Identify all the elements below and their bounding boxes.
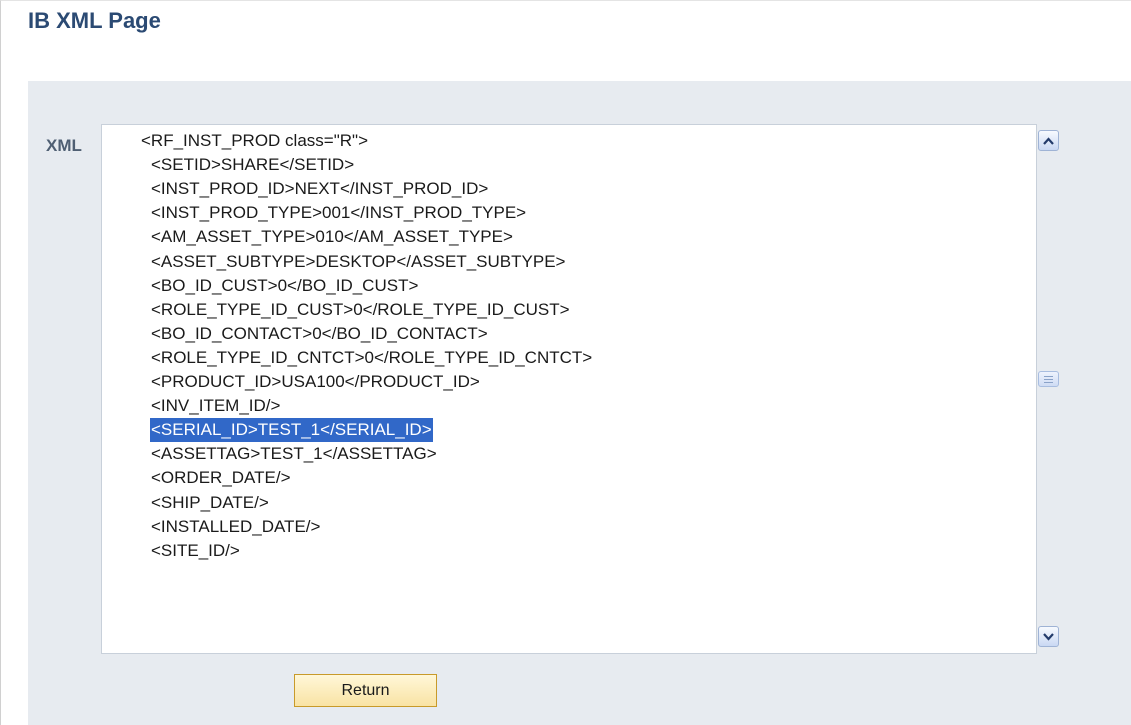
xml-line: <ROLE_TYPE_ID_CNTCT>0</ROLE_TYPE_ID_CNTC… (151, 347, 593, 367)
page-title: IB XML Page (28, 8, 161, 33)
scroll-down-button[interactable] (1038, 626, 1059, 647)
xml-line: <INST_PROD_ID>NEXT</INST_PROD_ID> (151, 179, 489, 199)
xml-line: <ORDER_DATE/> (151, 468, 291, 488)
xml-line: <BO_ID_CONTACT>0</BO_ID_CONTACT> (151, 323, 488, 343)
scroll-up-button[interactable] (1038, 130, 1059, 151)
xml-line: <INST_PROD_TYPE>001</INST_PROD_TYPE> (151, 203, 527, 223)
scrollbar-thumb[interactable] (1038, 371, 1059, 387)
xml-field-label: XML (46, 136, 82, 155)
xml-line: <BO_ID_CUST>0</BO_ID_CUST> (151, 275, 419, 295)
xml-line: <SHIP_DATE/> (151, 492, 269, 512)
return-button[interactable]: Return (294, 674, 437, 707)
xml-line: <SITE_ID/> (151, 540, 240, 560)
xml-line: <ASSETTAG>TEST_1</ASSETTAG> (151, 444, 437, 464)
xml-line: <ASSET_SUBTYPE>DESKTOP</ASSET_SUBTYPE> (151, 251, 566, 271)
xml-line: <INSTALLED_DATE/> (151, 516, 321, 536)
ib-xml-page: IB XML Page XML <RF_INST_PROD class="R">… (0, 0, 1131, 725)
chevron-up-icon (1043, 136, 1054, 145)
xml-line: <RF_INST_PROD class="R"> (141, 131, 368, 150)
xml-line: <SETID>SHARE</SETID> (151, 155, 355, 175)
xml-line: <PRODUCT_ID>USA100</PRODUCT_ID> (151, 372, 480, 391)
xml-line: <AM_ASSET_TYPE>010</AM_ASSET_TYPE> (151, 227, 513, 247)
xml-textarea[interactable]: <RF_INST_PROD class="R"> <SETID>SHARE</SE… (101, 124, 1037, 654)
xml-line: <ROLE_TYPE_ID_CUST>0</ROLE_TYPE_ID_CUST> (151, 299, 570, 319)
xml-line-selected: <SERIAL_ID>TEST_1</SERIAL_ID> (150, 418, 433, 443)
chevron-down-icon (1043, 632, 1054, 641)
xml-line: <INV_ITEM_ID/> (151, 396, 281, 416)
